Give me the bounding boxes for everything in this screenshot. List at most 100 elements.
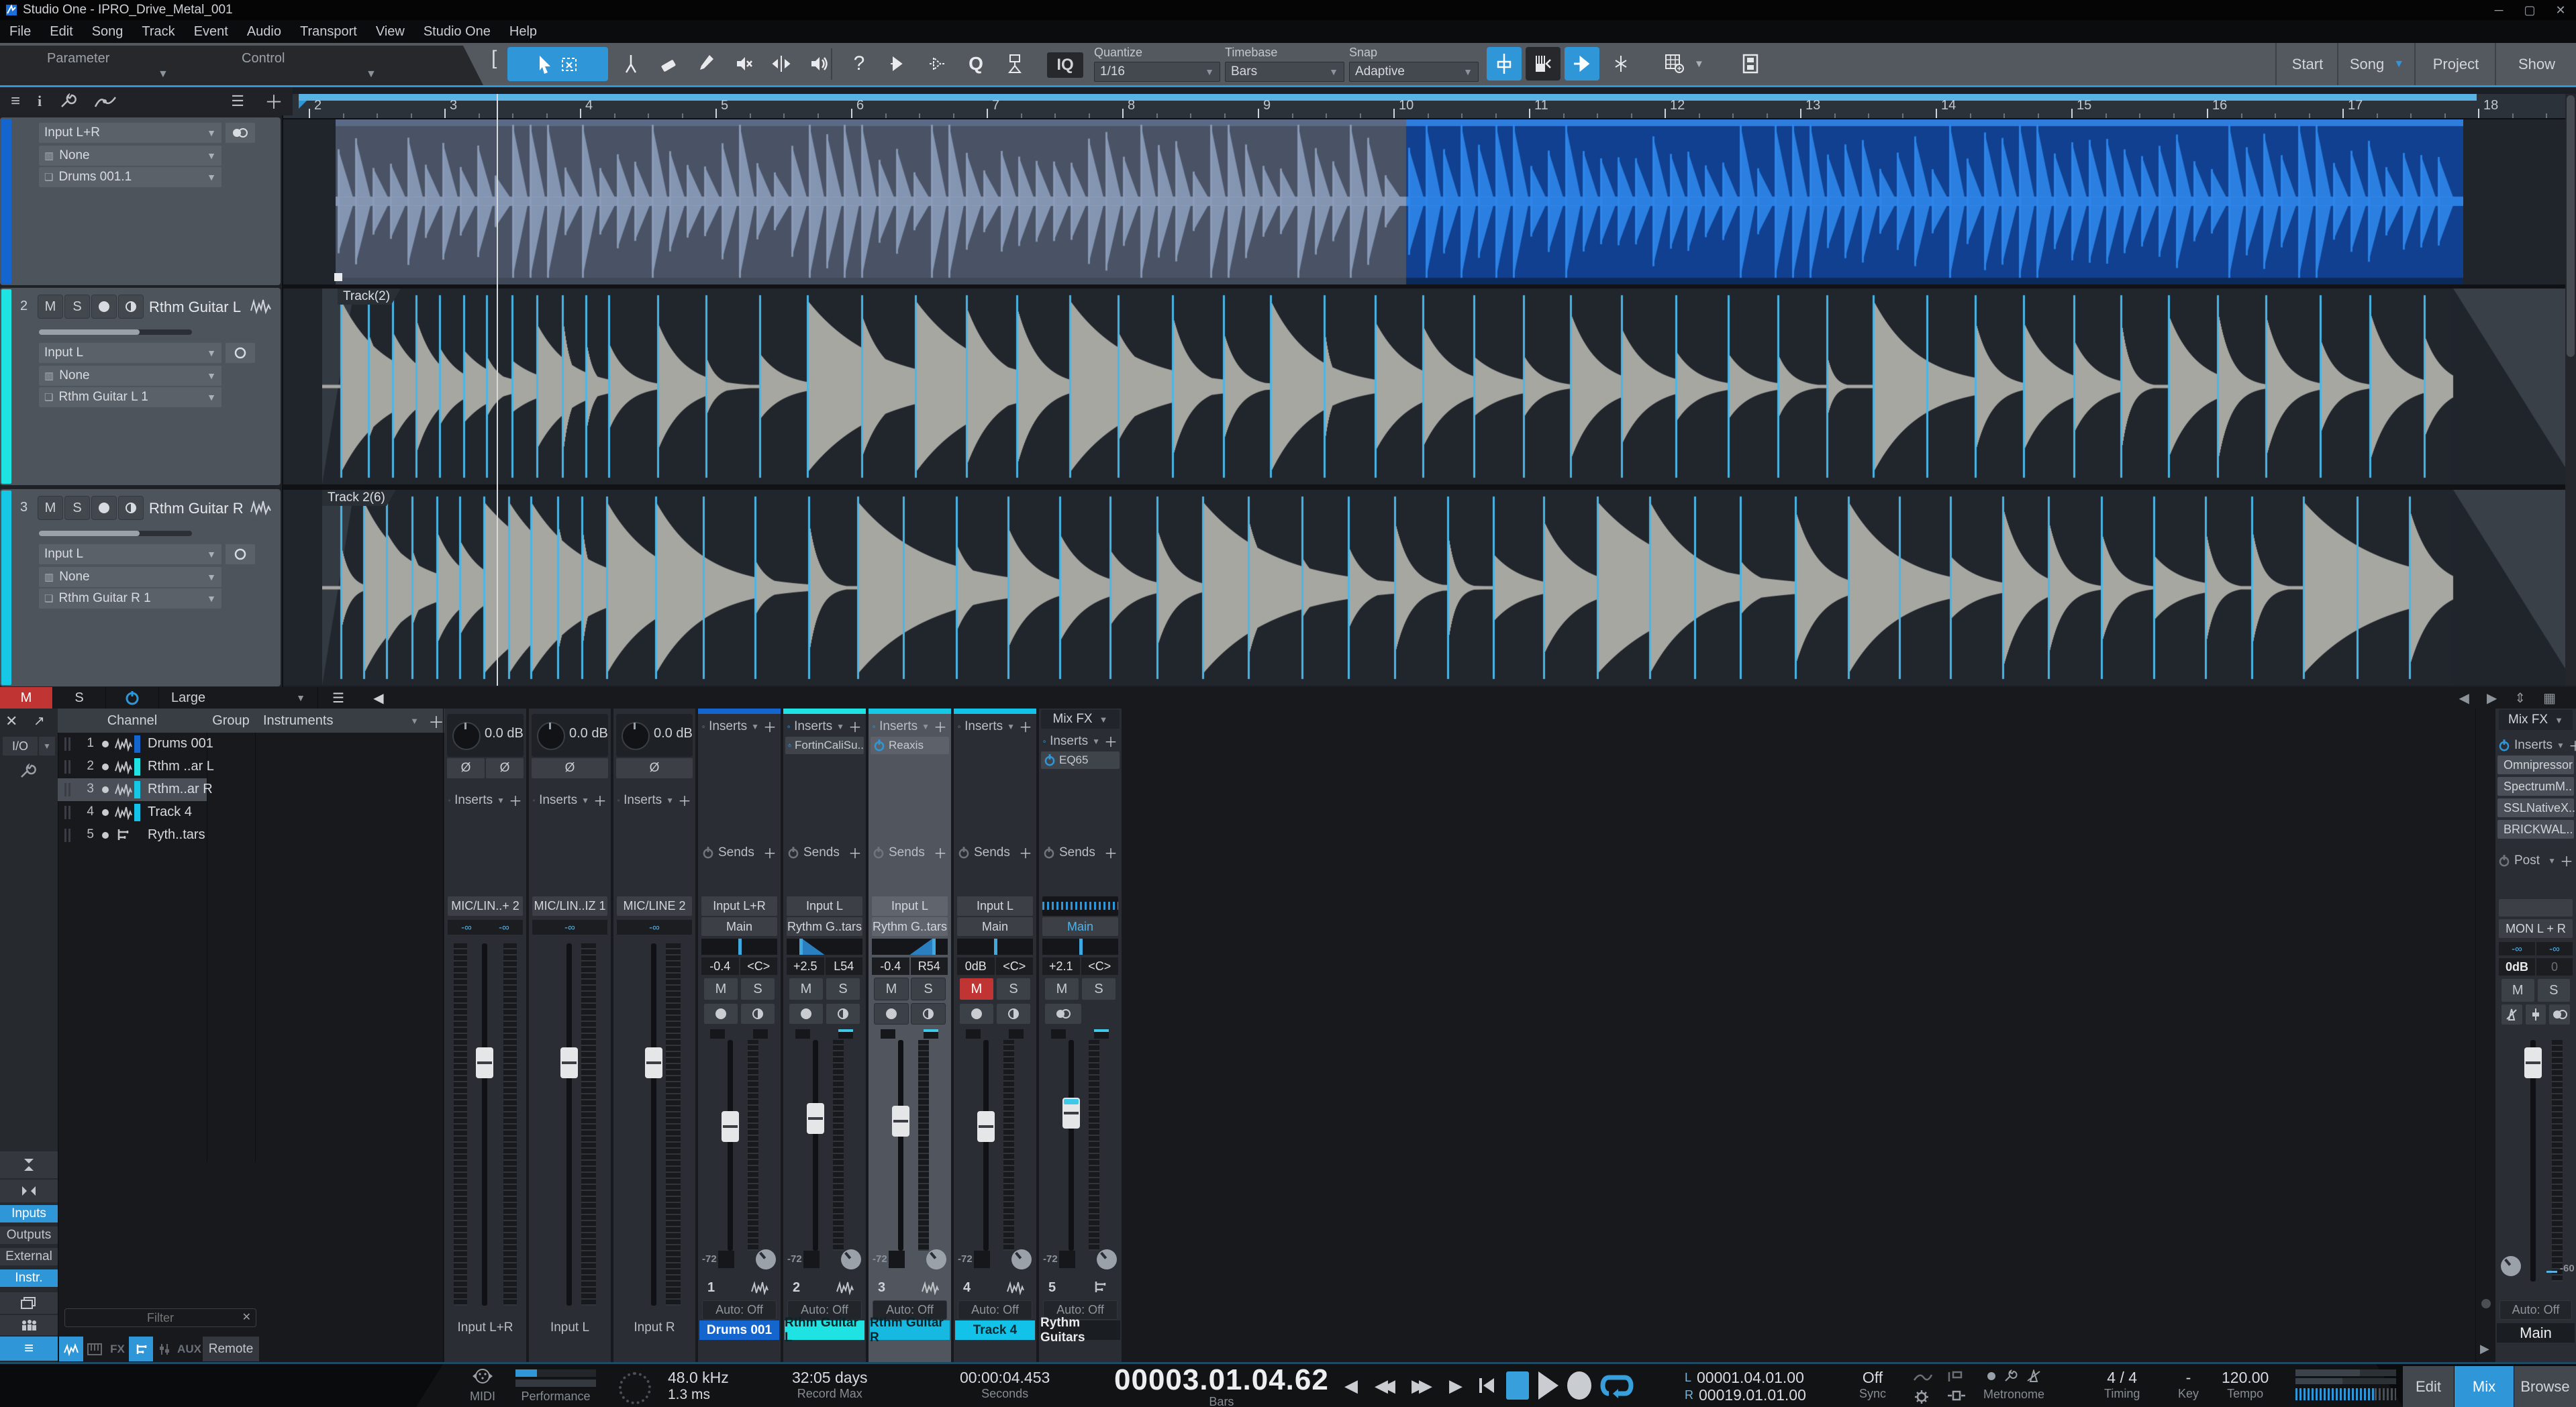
range-tool-icon[interactable]: [560, 55, 579, 74]
channel-name[interactable]: Drums 001: [148, 736, 213, 751]
strip-scroll-right-icon[interactable]: ▶: [2480, 1342, 2489, 1356]
master-solo-button[interactable]: S: [2537, 978, 2571, 1002]
master-volume-value[interactable]: 0dB: [2499, 958, 2535, 976]
automation-icon[interactable]: [94, 93, 117, 109]
instruments-column-header[interactable]: Instruments ▼ ＋: [255, 709, 452, 733]
track-name[interactable]: Rthm Guitar R: [149, 500, 244, 517]
strip-fader-handle[interactable]: [977, 1111, 995, 1142]
close-icon[interactable]: ✕: [2545, 0, 2576, 20]
pan-value[interactable]: R54: [911, 957, 948, 975]
track2-instrument-dropdown[interactable]: ▥None▼: [39, 366, 221, 386]
strip-fader-slot[interactable]: [983, 1040, 989, 1251]
show-instr-button[interactable]: Instr.: [0, 1269, 58, 1287]
quantize-dropdown[interactable]: 1/16▼: [1094, 62, 1220, 82]
filter-fx-icon[interactable]: FX: [106, 1337, 129, 1361]
browse-page-button[interactable]: Browse: [2514, 1366, 2576, 1407]
channel-name[interactable]: Ryth..tars: [148, 827, 205, 843]
detach-console-icon[interactable]: ↗: [34, 713, 45, 729]
master-fader-handle[interactable]: [2524, 1047, 2542, 1078]
metronome-wrench-icon[interactable]: [2003, 1369, 2018, 1383]
input-fader-handle[interactable]: [645, 1047, 662, 1078]
h-zoom-out-icon[interactable]: ◀: [2459, 690, 2469, 707]
channel-color-bar[interactable]: [134, 758, 140, 776]
record-button[interactable]: [1564, 1370, 1595, 1401]
input-name[interactable]: MIC/LIN..IZ 1: [532, 896, 607, 916]
pan-value[interactable]: <C>: [740, 957, 778, 975]
menu-file[interactable]: File: [0, 20, 40, 43]
record-dot-icon[interactable]: [102, 809, 109, 816]
v-zoom-icon[interactable]: ⇕: [2514, 690, 2526, 707]
master-insert-omnipressor[interactable]: Omnipressor▼: [2497, 755, 2574, 774]
sends-header[interactable]: Sends＋: [958, 843, 1032, 862]
track1-layer-dropdown[interactable]: ❏Drums 001.1▼: [39, 167, 221, 187]
master-cue-box[interactable]: [2499, 899, 2573, 917]
channel-list-row[interactable]: 1Drums 001: [58, 733, 443, 755]
sends-header[interactable]: Sends＋: [873, 843, 947, 862]
marker-icon[interactable]: [1946, 1371, 1967, 1383]
mute-tool-icon[interactable]: [727, 47, 760, 81]
inserts-header[interactable]: Inserts▼＋: [617, 790, 691, 810]
collapse-horizontal-button[interactable]: [0, 1180, 58, 1202]
master-insert-sslnativex-[interactable]: SSLNativeX..▼: [2497, 798, 2574, 817]
filter-bus-icon[interactable]: [129, 1337, 153, 1361]
track-header-drums[interactable]: Input L+R▼ ▥None▼ ❏Drums 001.1▼: [0, 117, 281, 285]
track-color-bar[interactable]: [1, 289, 11, 484]
strip-output-label[interactable]: Main: [957, 917, 1033, 936]
master-insert-brickwal-[interactable]: BRICKWAL..▼: [2497, 820, 2574, 839]
strip-mute-button[interactable]: M: [959, 978, 994, 1000]
input-fader-slot[interactable]: [566, 943, 572, 1306]
sends-header[interactable]: Sends＋: [702, 843, 777, 862]
channel-name[interactable]: Track 4: [148, 804, 192, 820]
volume-value[interactable]: +2.1: [1042, 957, 1080, 975]
track-volume-slider[interactable]: [39, 329, 192, 335]
sync-display[interactable]: OffSync: [1859, 1369, 1886, 1401]
pan-marker[interactable]: [994, 939, 997, 955]
edit-page-button[interactable]: Edit: [2403, 1366, 2454, 1407]
mix-page-button[interactable]: Mix: [2455, 1366, 2514, 1407]
strip-fader-handle[interactable]: [722, 1111, 739, 1142]
channel-list-row[interactable]: 2Rthm ..ar L: [58, 755, 443, 778]
control-dropdown-icon[interactable]: ▼: [366, 68, 377, 81]
add-track-icon[interactable]: ＋: [264, 88, 283, 115]
track-list-menu-icon[interactable]: ≡: [11, 92, 20, 111]
parameter-label[interactable]: Parameter: [47, 51, 109, 66]
stereo-icon[interactable]: [1044, 1003, 1082, 1025]
keys-toggle-icon[interactable]: [1526, 47, 1561, 81]
track-name[interactable]: Rthm Guitar L: [149, 299, 241, 316]
remote-button[interactable]: Remote: [203, 1337, 259, 1361]
menu-event[interactable]: Event: [185, 20, 238, 43]
strip-mute-button[interactable]: M: [789, 978, 824, 1000]
guitar-l-clip-waveform[interactable]: [322, 289, 2576, 484]
channel-column-header[interactable]: Channel: [58, 709, 207, 733]
strip-pan-knob[interactable]: [841, 1249, 861, 1269]
sends-header[interactable]: Sends＋: [787, 843, 862, 862]
macro-icon[interactable]: [998, 47, 1032, 81]
gain-knob[interactable]: [622, 722, 650, 750]
strip-input-label[interactable]: Input L+R: [701, 896, 777, 916]
track-header-guitar-l[interactable]: 2 M S Rthm Guitar L Input L▼ ▥None▼ ❏Rth…: [0, 288, 281, 485]
master-pan-value[interactable]: 0: [2536, 958, 2573, 976]
strip-pan-bar[interactable]: [872, 939, 948, 955]
banks-button[interactable]: [0, 1292, 58, 1314]
insert-plugin-reaxis[interactable]: Reaxis: [871, 737, 949, 754]
drag-handle[interactable]: [64, 737, 66, 751]
snap-arrow-toggle-icon[interactable]: [1565, 47, 1599, 81]
channel-name[interactable]: Rthm..ar R: [148, 782, 213, 797]
inserts-header[interactable]: Inserts▼＋: [448, 790, 522, 810]
parameter-dropdown-icon[interactable]: ▼: [158, 68, 168, 81]
channel-color-bar[interactable]: [134, 781, 140, 798]
drag-handle[interactable]: [68, 760, 70, 774]
guitar-r-clip-waveform[interactable]: [322, 490, 2576, 686]
strip-output-label[interactable]: Rythm G..tars: [787, 917, 862, 936]
console-menu-button[interactable]: ≡: [0, 1337, 58, 1361]
arrange-vertical-scrollbar[interactable]: [2565, 94, 2576, 686]
pan-value[interactable]: <C>: [1081, 957, 1119, 975]
volume-value[interactable]: 0dB: [957, 957, 995, 975]
input-fader-handle[interactable]: [476, 1047, 493, 1078]
strip-solo-button[interactable]: S: [996, 978, 1031, 1000]
strip-fader-slot[interactable]: [728, 1040, 733, 1251]
strip-pan-bar[interactable]: [701, 939, 777, 955]
channel-list-row[interactable]: 4Track 4: [58, 801, 443, 824]
record-dot-icon[interactable]: [102, 764, 109, 770]
close-console-icon[interactable]: ✕: [5, 713, 17, 730]
